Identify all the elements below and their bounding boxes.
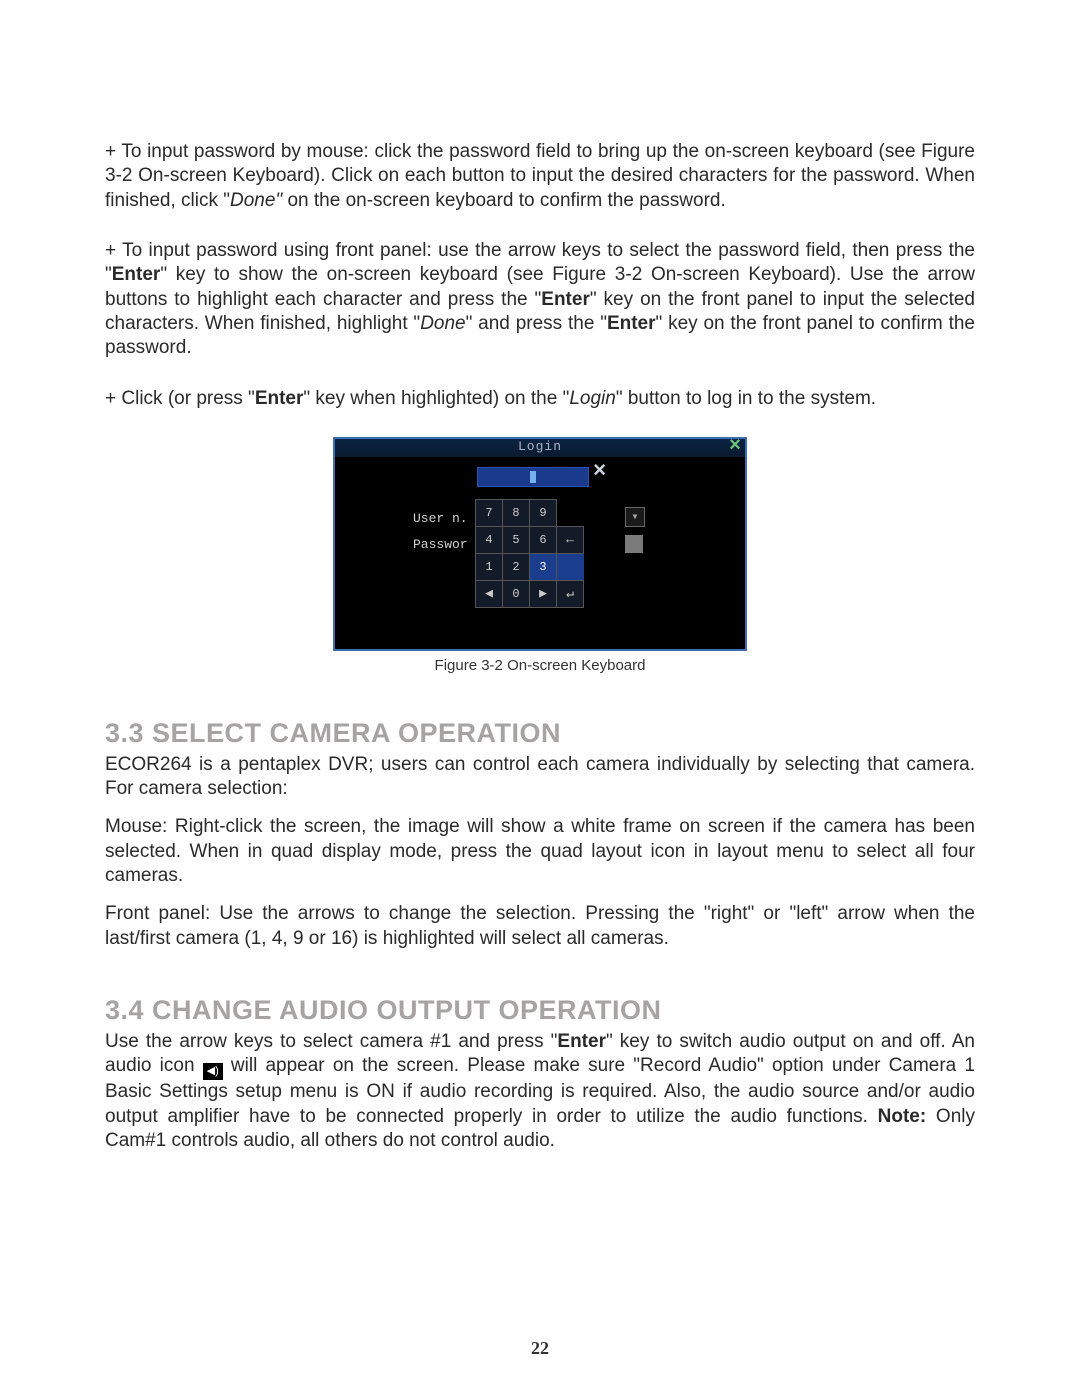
text: Use the arrow keys to select camera #1 a… <box>105 1031 557 1052</box>
key-left-icon[interactable]: ◀ <box>476 580 503 607</box>
document-page: + To input password by mouse: click the … <box>0 0 1080 1397</box>
password-textfield[interactable] <box>477 467 589 487</box>
key-0[interactable]: 0 <box>503 580 530 607</box>
key-right-icon[interactable]: ▶ <box>530 580 557 607</box>
key-9[interactable]: 9 <box>530 499 557 526</box>
key-1[interactable]: 1 <box>476 553 503 580</box>
heading-3-4: 3.4 CHANGE AUDIO OUTPUT OPERATION <box>105 995 975 1026</box>
text-login: Login <box>569 388 616 409</box>
key-8[interactable]: 8 <box>503 499 530 526</box>
key-4[interactable]: 4 <box>476 526 503 553</box>
key-5[interactable]: 5 <box>503 526 530 553</box>
close-icon[interactable]: × <box>729 437 741 458</box>
figure-keyboard-wrap: Login × × User n. Passwor 7 8 9 4 5 <box>105 437 975 674</box>
label-user: User n. <box>413 511 468 526</box>
text-enter: Enter <box>255 388 304 409</box>
text-enter: Enter <box>607 313 656 334</box>
key-6[interactable]: 6 <box>530 526 557 553</box>
login-title: Login <box>335 439 745 454</box>
text: + Click (or press " <box>105 388 255 409</box>
text-done: Done" <box>230 190 282 211</box>
text: will appear on the screen. Please make s… <box>105 1055 975 1126</box>
key-enter-icon[interactable]: ↵ <box>557 580 584 607</box>
para-input-by-mouse: + To input password by mouse: click the … <box>105 140 975 213</box>
para-33a: ECOR264 is a pentaplex DVR; users can co… <box>105 753 975 802</box>
key-3[interactable]: 3 <box>530 553 557 580</box>
key-blank <box>557 499 584 526</box>
caret-icon <box>530 471 536 483</box>
audio-icon: ◀) <box>203 1063 223 1080</box>
text-enter: Enter <box>541 289 590 310</box>
keypad-close-icon[interactable]: × <box>593 459 606 484</box>
heading-3-3: 3.3 SELECT CAMERA OPERATION <box>105 718 975 749</box>
text: " and press the " <box>466 313 607 334</box>
keypad: 7 8 9 4 5 6 ← 1 2 3 <box>475 499 584 608</box>
para-33c: Front panel: Use the arrows to change th… <box>105 902 975 951</box>
password-box[interactable] <box>625 535 643 553</box>
para-login-click: + Click (or press "Enter" key when highl… <box>105 387 975 411</box>
text-enter: Enter <box>112 264 161 285</box>
text-enter: Enter <box>557 1031 606 1052</box>
para-input-by-front-panel: + To input password using front panel: u… <box>105 239 975 361</box>
page-number: 22 <box>0 1338 1080 1359</box>
key-2[interactable]: 2 <box>503 553 530 580</box>
label-password: Passwor <box>413 537 468 552</box>
text-done: Done <box>420 313 465 334</box>
figure-caption: Figure 3-2 On-screen Keyboard <box>105 657 975 674</box>
text-note: Note: <box>878 1106 927 1127</box>
login-titlebar: Login × <box>335 439 745 457</box>
dropdown-icon[interactable]: ▾ <box>625 507 645 527</box>
login-dialog: Login × × User n. Passwor 7 8 9 4 5 <box>333 437 747 651</box>
para-33b: Mouse: Right-click the screen, the image… <box>105 815 975 888</box>
key-blank-highlight <box>557 553 584 580</box>
text: " key when highlighted) on the " <box>303 388 569 409</box>
para-34: Use the arrow keys to select camera #1 a… <box>105 1030 975 1153</box>
text: on the on-screen keyboard to confirm the… <box>282 190 726 211</box>
key-backspace-icon[interactable]: ← <box>557 526 584 553</box>
text: " button to log in to the system. <box>616 388 876 409</box>
key-7[interactable]: 7 <box>476 499 503 526</box>
